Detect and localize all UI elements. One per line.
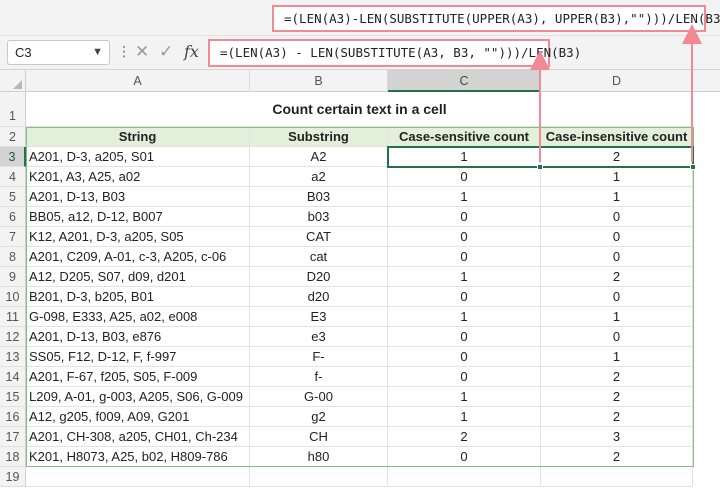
callout-arrows <box>530 24 702 162</box>
